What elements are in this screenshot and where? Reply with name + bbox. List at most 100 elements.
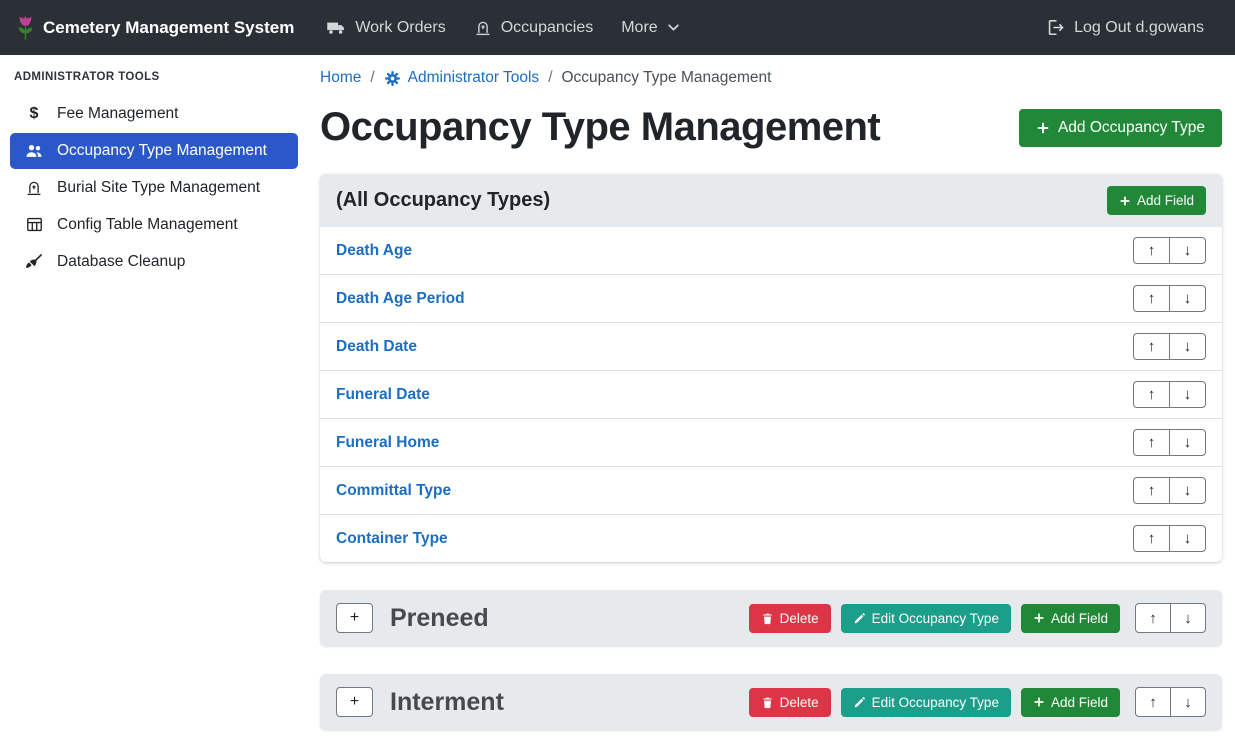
move-down-button[interactable]: ↓	[1169, 237, 1206, 264]
sidebar-item-label: Fee Management	[57, 105, 179, 123]
card-title: (All Occupancy Types)	[336, 189, 550, 212]
add-occupancy-type-button[interactable]: Add Occupancy Type	[1019, 109, 1222, 147]
breadcrumb-separator: /	[370, 69, 374, 87]
sidebar-item-config-table-management[interactable]: Config Table Management	[10, 207, 298, 242]
sign-out-icon	[1046, 18, 1065, 37]
sidebar-item-label: Burial Site Type Management	[57, 179, 260, 197]
move-up-button[interactable]: ↑	[1133, 285, 1170, 312]
users-icon	[22, 141, 46, 161]
nav-label: Work Orders	[355, 19, 445, 37]
edit-occupancy-type-button[interactable]: Edit Occupancy Type	[841, 604, 1011, 633]
add-field-button[interactable]: Add Field	[1107, 186, 1206, 215]
sidebar-item-fee-management[interactable]: $ Fee Management	[10, 97, 298, 131]
sidebar-item-database-cleanup[interactable]: Database Cleanup	[10, 244, 298, 280]
occupancy-type-section-interment: + Interment Delete	[320, 674, 1222, 730]
breadcrumb-home-link[interactable]: Home	[320, 69, 361, 87]
nav-label: More	[621, 19, 657, 37]
sidebar-item-occupancy-type-management[interactable]: Occupancy Type Management	[10, 133, 298, 169]
move-down-button[interactable]: ↓	[1169, 429, 1206, 456]
tombstone-icon	[474, 19, 492, 37]
edit-occupancy-type-button[interactable]: Edit Occupancy Type	[841, 688, 1011, 717]
move-down-button[interactable]: ↓	[1169, 381, 1206, 408]
plus-icon	[1033, 696, 1045, 708]
reorder-buttons: ↑ ↓	[1133, 525, 1206, 552]
field-row: Funeral Home ↑ ↓	[320, 419, 1222, 467]
sidebar-item-label: Database Cleanup	[57, 253, 185, 271]
add-field-button[interactable]: Add Field	[1021, 604, 1120, 633]
main-content: Home / Administrator Tool	[308, 55, 1235, 738]
sidebar: ADMINISTRATOR TOOLS $ Fee Management Occ…	[0, 55, 308, 738]
field-link[interactable]: Committal Type	[336, 482, 451, 500]
reorder-buttons: ↑ ↓	[1135, 603, 1206, 633]
move-down-button[interactable]: ↓	[1169, 333, 1206, 360]
field-link[interactable]: Death Date	[336, 338, 417, 356]
move-up-button[interactable]: ↑	[1133, 333, 1170, 360]
pencil-icon	[853, 612, 866, 625]
page-header: Occupancy Type Management Add Occupancy …	[320, 105, 1222, 150]
primary-nav: Work Orders Occupancies More	[312, 10, 693, 46]
plus-icon	[1119, 195, 1131, 207]
nav-more[interactable]: More	[607, 11, 693, 45]
field-link[interactable]: Funeral Date	[336, 386, 430, 404]
move-down-button[interactable]: ↓	[1170, 603, 1206, 633]
tombstone-icon	[22, 179, 46, 197]
move-up-button[interactable]: ↑	[1135, 687, 1171, 717]
dollar-icon: $	[22, 105, 46, 123]
field-row: Death Age ↑ ↓	[320, 227, 1222, 275]
reorder-buttons: ↑ ↓	[1133, 429, 1206, 456]
pencil-icon	[853, 696, 866, 709]
field-link[interactable]: Death Age	[336, 242, 412, 260]
field-row: Funeral Date ↑ ↓	[320, 371, 1222, 419]
sidebar-item-label: Occupancy Type Management	[57, 142, 267, 160]
delete-button[interactable]: Delete	[749, 688, 831, 717]
gear-icon	[384, 70, 401, 87]
app-brand[interactable]: Cemetery Management System	[17, 14, 294, 41]
expand-button[interactable]: +	[336, 687, 373, 717]
move-down-button[interactable]: ↓	[1169, 477, 1206, 504]
section-title: Preneed	[390, 604, 489, 633]
move-up-button[interactable]: ↑	[1133, 237, 1170, 264]
add-field-button[interactable]: Add Field	[1021, 688, 1120, 717]
plus-icon	[1033, 612, 1045, 624]
reorder-buttons: ↑ ↓	[1133, 477, 1206, 504]
move-up-button[interactable]: ↑	[1133, 525, 1170, 552]
nav-occupancies[interactable]: Occupancies	[460, 11, 608, 45]
section-actions: Delete Edit Occupancy Type Add	[749, 687, 1206, 717]
expand-button[interactable]: +	[336, 603, 373, 633]
logout-link[interactable]: Log Out d.gowans	[1032, 10, 1218, 45]
sidebar-item-burial-site-type-management[interactable]: Burial Site Type Management	[10, 171, 298, 205]
move-down-button[interactable]: ↓	[1170, 687, 1206, 717]
occupancy-type-section-preneed: + Preneed Delete	[320, 590, 1222, 646]
sidebar-item-label: Config Table Management	[57, 216, 238, 234]
field-link[interactable]: Container Type	[336, 530, 448, 548]
breadcrumb-admin-link[interactable]: Administrator Tools	[384, 69, 540, 87]
move-up-button[interactable]: ↑	[1133, 429, 1170, 456]
field-row: Committal Type ↑ ↓	[320, 467, 1222, 515]
nav-label: Occupancies	[501, 19, 594, 37]
reorder-buttons: ↑ ↓	[1135, 687, 1206, 717]
truck-icon	[326, 18, 346, 38]
field-link[interactable]: Death Age Period	[336, 290, 465, 308]
card-header: (All Occupancy Types) Add Field	[320, 174, 1222, 227]
trash-icon	[761, 696, 774, 709]
flower-logo-icon	[17, 14, 34, 41]
logout-label: Log Out d.gowans	[1074, 19, 1204, 37]
move-up-button[interactable]: ↑	[1135, 603, 1171, 633]
page-title: Occupancy Type Management	[320, 105, 880, 150]
move-down-button[interactable]: ↓	[1169, 525, 1206, 552]
nav-work-orders[interactable]: Work Orders	[312, 10, 459, 46]
move-down-button[interactable]: ↓	[1169, 285, 1206, 312]
broom-icon	[22, 252, 46, 272]
reorder-buttons: ↑ ↓	[1133, 381, 1206, 408]
move-up-button[interactable]: ↑	[1133, 381, 1170, 408]
field-link[interactable]: Funeral Home	[336, 434, 439, 452]
breadcrumb-separator: /	[548, 69, 552, 87]
top-navbar: Cemetery Management System Work Orders	[0, 0, 1235, 55]
move-up-button[interactable]: ↑	[1133, 477, 1170, 504]
app-title: Cemetery Management System	[43, 18, 294, 38]
section-title: Interment	[390, 688, 504, 717]
trash-icon	[761, 612, 774, 625]
delete-button[interactable]: Delete	[749, 604, 831, 633]
plus-icon	[1036, 121, 1050, 135]
section-actions: Delete Edit Occupancy Type Add	[749, 603, 1206, 633]
